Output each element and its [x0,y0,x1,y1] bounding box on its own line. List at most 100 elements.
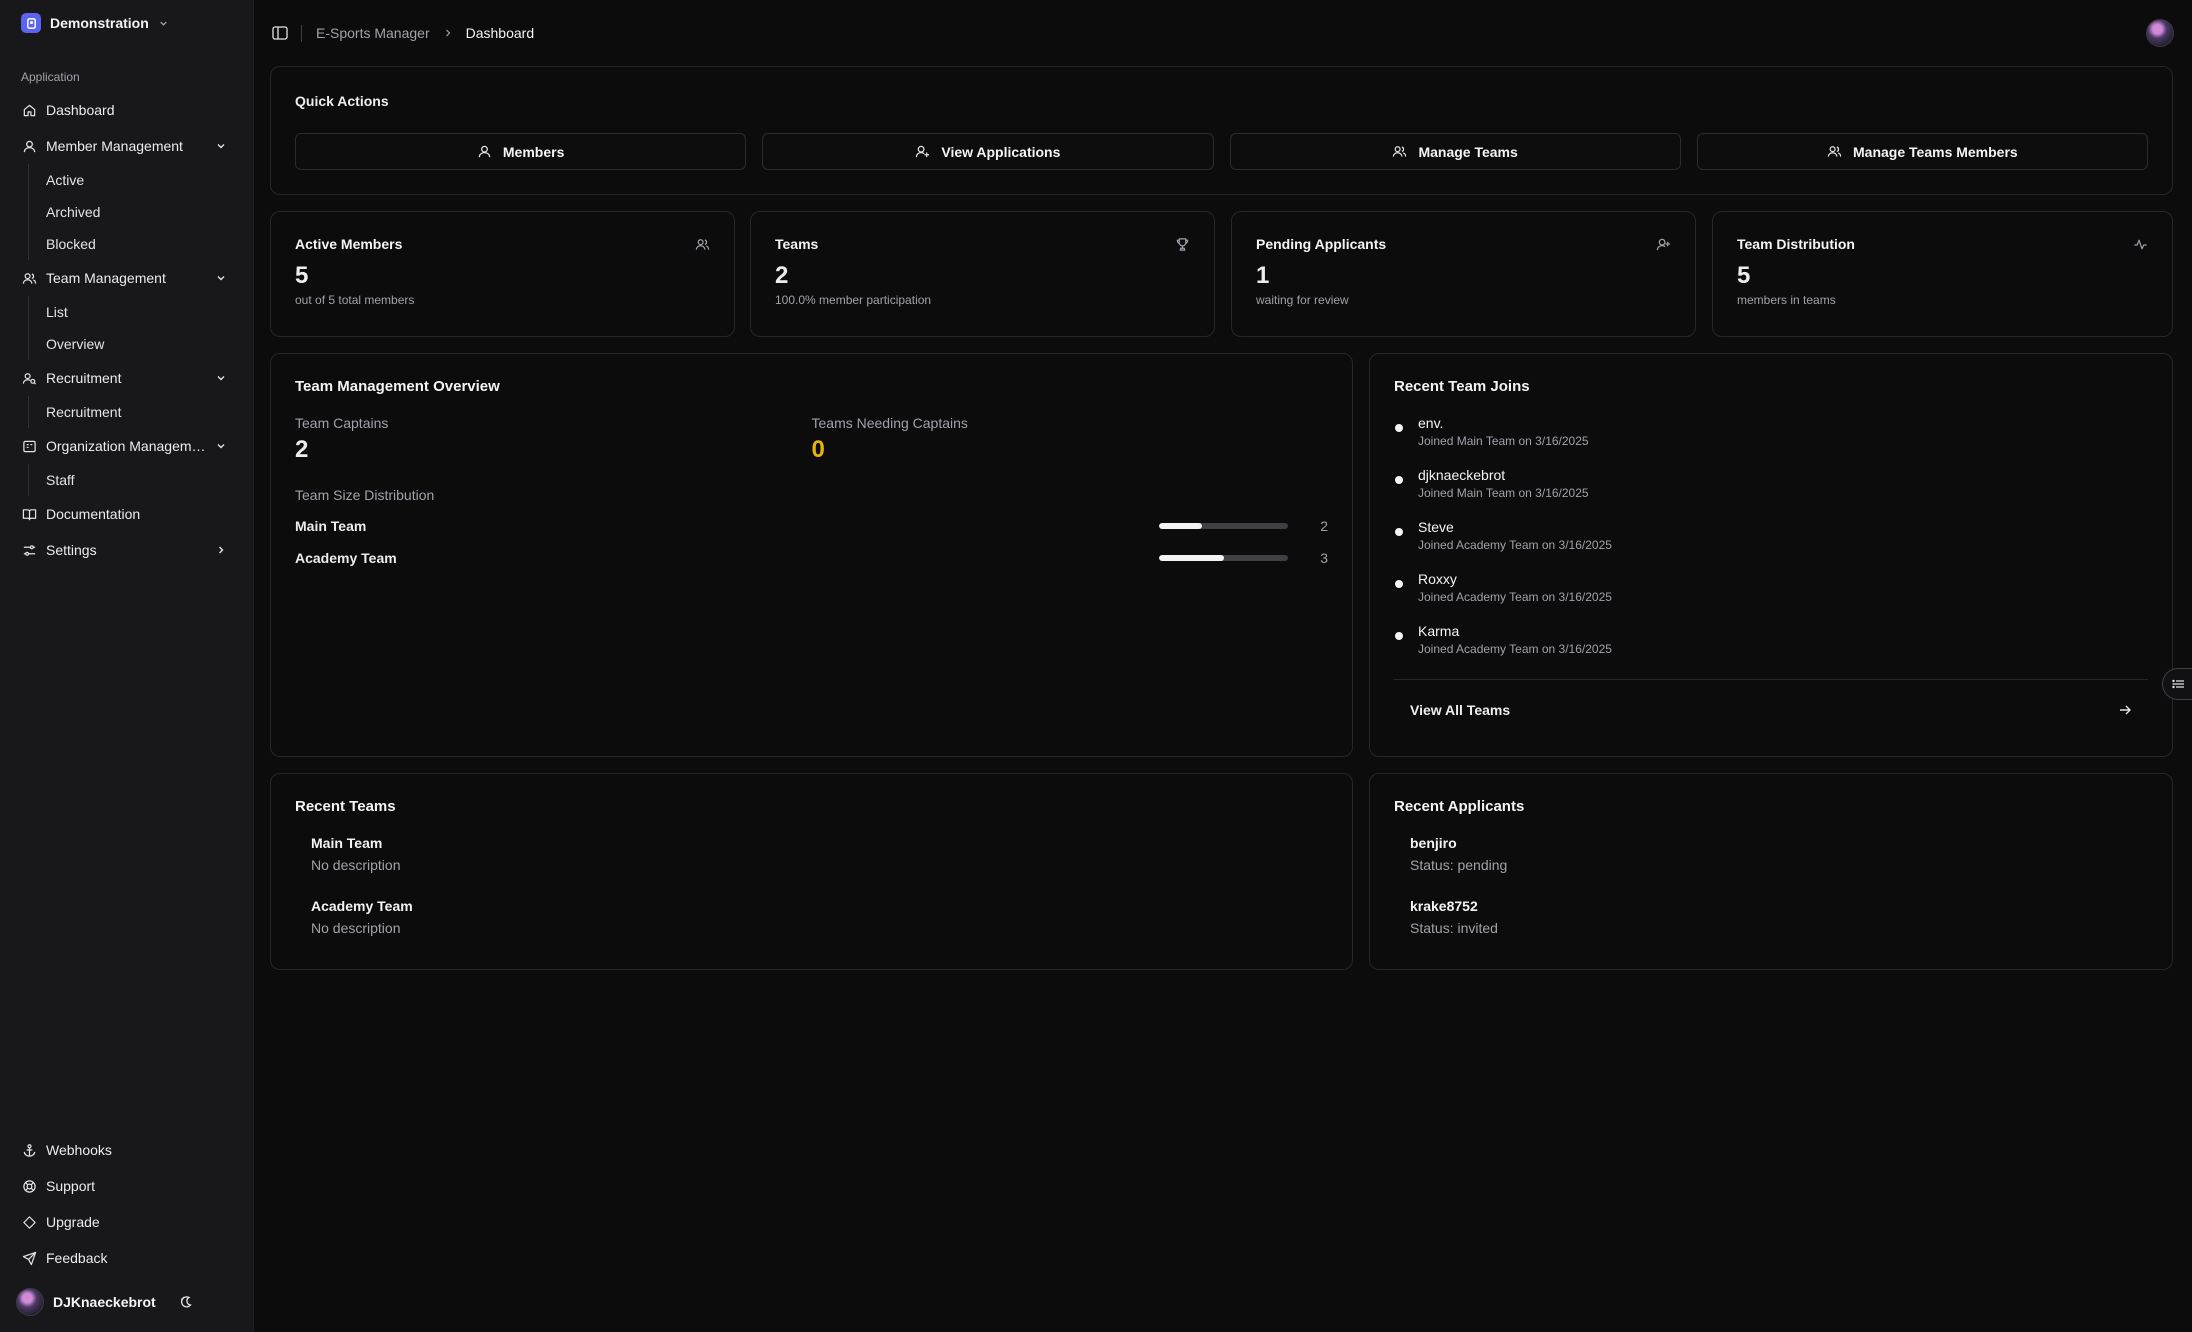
stat-label: Team Captains [295,415,389,431]
teams-needing-captains-stat: Teams Needing Captains 0 [812,415,1329,464]
sidebar-item-member-management[interactable]: Member Management [16,128,235,164]
organization-submenu: Staff [28,464,235,496]
bullet-icon [1395,528,1403,536]
list-item[interactable]: krake8752 Status: invited [1394,898,2148,936]
members-button[interactable]: Members [295,133,747,170]
stat-card-active-members: Active Members 5 out of 5 total members [270,211,735,337]
stat-value: 1 [1256,262,1270,289]
user-plus-icon [1656,238,1671,251]
team-size-distribution-label: Team Size Distribution [295,487,435,503]
workspace-name: Demonstration [50,15,149,31]
chevron-down-icon[interactable] [215,272,227,284]
sidebar-item-feedback[interactable]: Feedback [16,1240,235,1276]
card-title: Recent Teams [295,798,396,815]
recent-applicants-card: Recent Applicants benjiro Status: pendin… [1369,773,2173,970]
progress-fill [1159,555,1224,561]
lifebuoy-icon [21,1178,37,1194]
manage-teams-button[interactable]: Manage Teams [1229,133,1681,170]
joins-list: env. Joined Main Team on 3/16/2025 djknae… [1394,410,2148,670]
chevron-down-icon[interactable] [215,372,227,384]
sidebar-item-label: Webhooks [46,1142,112,1158]
main-content: E-Sports Manager Dashboard Quick Actions… [253,0,2192,1332]
workspace-switcher[interactable]: Demonstration [16,0,235,46]
button-label: Members [502,143,565,160]
bullet-icon [1395,580,1403,588]
sidebar-subitem-active[interactable]: Active [46,164,235,196]
view-applications-button[interactable]: View Applications [762,133,1214,170]
user-icon [21,138,37,154]
sidebar-subitem-list[interactable]: List [46,296,235,328]
captain-stats: Team Captains 2 Teams Needing Captains 0 [295,415,1328,464]
button-label: View Applications [941,143,1061,160]
sidebar-toggle-icon[interactable] [271,24,289,42]
team-size-list: Main Team 2 Academy Team 3 [295,510,1328,574]
sidebar-item-label: Recruitment [46,370,122,386]
list-item[interactable]: Academy Team No description [295,898,1328,936]
recruitment-submenu: Recruitment [28,396,235,428]
chevron-down-icon[interactable] [215,440,227,452]
member-name: env. [1418,415,1444,431]
card-title: Recent Team Joins [1394,378,1530,395]
member-name: djknaeckebrot [1418,467,1506,483]
sidebar-item-team-management[interactable]: Team Management [16,260,235,296]
sidebar-subitem-recruitment[interactable]: Recruitment [46,396,235,428]
sidebar-item-settings[interactable]: Settings [16,532,235,568]
sidebar-item-recruitment[interactable]: Recruitment [16,360,235,396]
quick-actions-title: Quick Actions [295,93,389,109]
team-size-row: Main Team 2 [295,510,1328,542]
quick-actions-card: Quick Actions Members View Applications … [270,66,2173,195]
activity-icon [2134,239,2147,250]
sidebar-item-label: Feedback [46,1250,108,1266]
join-detail: Joined Academy Team on 3/16/2025 [1418,642,1612,656]
list-item: djknaeckebrot Joined Main Team on 3/16/20… [1394,462,2148,514]
join-detail: Joined Main Team on 3/16/2025 [1418,434,1589,448]
sidebar-item-label: Settings [46,542,97,558]
sidebar-item-label: Documentation [46,506,141,522]
stat-value: 5 [1737,262,1751,289]
sidebar-item-dashboard[interactable]: Dashboard [16,92,235,128]
join-detail: Joined Main Team on 3/16/2025 [1418,486,1589,500]
chevron-right-icon [445,29,450,37]
stat-value: 0 [811,436,825,463]
sidebar-subitem-archived[interactable]: Archived [46,196,235,228]
theme-toggle-icon[interactable] [178,1294,194,1310]
stat-subtitle: out of 5 total members [295,293,415,307]
breadcrumb-current: Dashboard [465,25,535,41]
view-all-teams-button[interactable]: View All Teams [1394,679,2148,739]
avatar[interactable] [2146,19,2174,47]
sidebar-item-organization-management[interactable]: Organization Managem… [16,428,235,464]
sidebar-item-label: Dashboard [46,102,115,118]
sidebar-subitem-overview[interactable]: Overview [46,328,235,360]
sidebar-item-label: Team Management [46,270,166,286]
sidebar-subitem-blocked[interactable]: Blocked [46,228,235,260]
stat-card-pending-applicants: Pending Applicants 1 waiting for review [1231,211,1696,337]
stat-title: Teams [775,236,819,252]
settings-sliders-icon [21,542,37,558]
list-item[interactable]: Main Team No description [295,835,1328,873]
sidebar-item-support[interactable]: Support [16,1168,235,1204]
breadcrumb-parent[interactable]: E-Sports Manager [316,25,430,41]
list-item[interactable]: benjiro Status: pending [1394,835,2148,873]
manage-teams-members-button[interactable]: Manage Teams Members [1696,133,2148,170]
team-description: No description [311,920,401,936]
stat-card-teams: Teams 2 100.0% member participation [750,211,1215,337]
team-size-row: Academy Team 3 [295,542,1328,574]
sidebar-footer: Webhooks Support Upgrade Feedback DJKnae… [16,1132,235,1332]
sidebar-item-label: Upgrade [46,1214,100,1230]
sidebar-item-label: Member Management [46,138,183,154]
sidebar-item-documentation[interactable]: Documentation [16,496,235,532]
user-menu[interactable]: DJKnaeckebrot [16,1280,235,1324]
bullet-icon [1395,424,1403,432]
chevron-right-icon[interactable] [215,544,227,556]
team-name: Academy Team [295,550,397,566]
floating-toolbar-toggle[interactable] [2162,668,2192,700]
sidebar-item-upgrade[interactable]: Upgrade [16,1204,235,1240]
sidebar-item-webhooks[interactable]: Webhooks [16,1132,235,1168]
team-management-overview-card: Team Management Overview Team Captains 2… [270,353,1353,757]
sidebar-subitem-staff[interactable]: Staff [46,464,235,496]
chevron-down-icon[interactable] [215,140,227,152]
list-item: Roxxy Joined Academy Team on 3/16/2025 [1394,566,2148,618]
team-description: No description [311,857,401,873]
stat-value: 2 [775,262,789,289]
team-captains-stat: Team Captains 2 [295,415,812,464]
